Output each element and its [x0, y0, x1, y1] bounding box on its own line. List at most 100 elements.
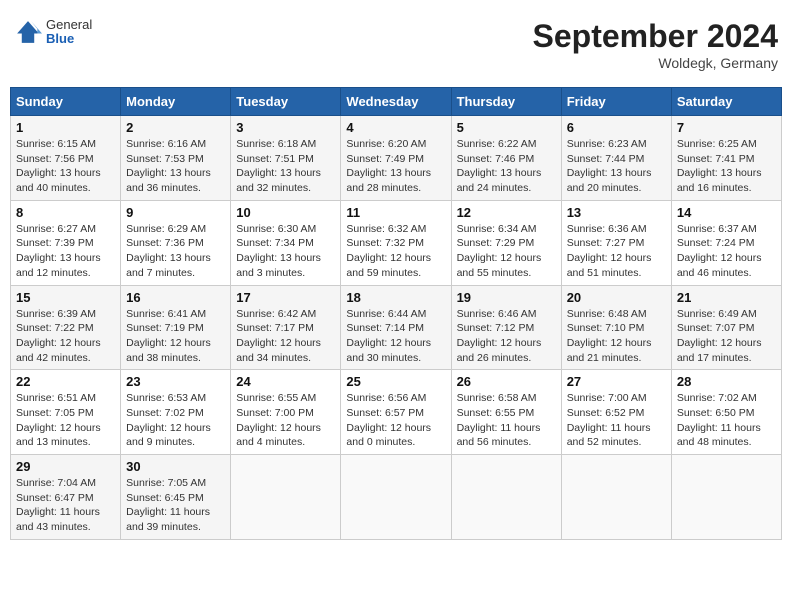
day-info: Sunrise: 6:39 AMSunset: 7:22 PMDaylight:… [16, 308, 101, 364]
calendar-cell: 17 Sunrise: 6:42 AMSunset: 7:17 PMDaylig… [231, 285, 341, 370]
calendar-cell: 13 Sunrise: 6:36 AMSunset: 7:27 PMDaylig… [561, 200, 671, 285]
day-number: 9 [126, 205, 225, 220]
calendar-cell [671, 455, 781, 540]
calendar-cell: 10 Sunrise: 6:30 AMSunset: 7:34 PMDaylig… [231, 200, 341, 285]
column-header-tuesday: Tuesday [231, 88, 341, 116]
day-info: Sunrise: 6:42 AMSunset: 7:17 PMDaylight:… [236, 308, 321, 364]
column-header-monday: Monday [121, 88, 231, 116]
day-info: Sunrise: 6:46 AMSunset: 7:12 PMDaylight:… [457, 308, 542, 364]
day-number: 4 [346, 120, 445, 135]
calendar-week-2: 8 Sunrise: 6:27 AMSunset: 7:39 PMDayligh… [11, 200, 782, 285]
day-number: 13 [567, 205, 666, 220]
day-info: Sunrise: 6:20 AMSunset: 7:49 PMDaylight:… [346, 138, 431, 194]
column-header-wednesday: Wednesday [341, 88, 451, 116]
calendar-cell: 24 Sunrise: 6:55 AMSunset: 7:00 PMDaylig… [231, 370, 341, 455]
day-info: Sunrise: 7:02 AMSunset: 6:50 PMDaylight:… [677, 392, 761, 448]
calendar-cell: 19 Sunrise: 6:46 AMSunset: 7:12 PMDaylig… [451, 285, 561, 370]
calendar-cell: 12 Sunrise: 6:34 AMSunset: 7:29 PMDaylig… [451, 200, 561, 285]
day-info: Sunrise: 6:48 AMSunset: 7:10 PMDaylight:… [567, 308, 652, 364]
calendar-cell: 20 Sunrise: 6:48 AMSunset: 7:10 PMDaylig… [561, 285, 671, 370]
calendar-cell: 14 Sunrise: 6:37 AMSunset: 7:24 PMDaylig… [671, 200, 781, 285]
day-number: 15 [16, 290, 115, 305]
day-info: Sunrise: 6:32 AMSunset: 7:32 PMDaylight:… [346, 223, 431, 279]
calendar-week-5: 29 Sunrise: 7:04 AMSunset: 6:47 PMDaylig… [11, 455, 782, 540]
day-info: Sunrise: 6:16 AMSunset: 7:53 PMDaylight:… [126, 138, 211, 194]
day-info: Sunrise: 6:36 AMSunset: 7:27 PMDaylight:… [567, 223, 652, 279]
day-info: Sunrise: 6:25 AMSunset: 7:41 PMDaylight:… [677, 138, 762, 194]
day-info: Sunrise: 7:05 AMSunset: 6:45 PMDaylight:… [126, 477, 210, 533]
calendar-cell: 25 Sunrise: 6:56 AMSunset: 6:57 PMDaylig… [341, 370, 451, 455]
calendar-cell: 23 Sunrise: 6:53 AMSunset: 7:02 PMDaylig… [121, 370, 231, 455]
day-number: 8 [16, 205, 115, 220]
calendar-cell: 1 Sunrise: 6:15 AMSunset: 7:56 PMDayligh… [11, 116, 121, 201]
day-number: 25 [346, 374, 445, 389]
day-number: 27 [567, 374, 666, 389]
day-number: 11 [346, 205, 445, 220]
calendar-cell: 21 Sunrise: 6:49 AMSunset: 7:07 PMDaylig… [671, 285, 781, 370]
calendar-cell: 27 Sunrise: 7:00 AMSunset: 6:52 PMDaylig… [561, 370, 671, 455]
day-info: Sunrise: 6:49 AMSunset: 7:07 PMDaylight:… [677, 308, 762, 364]
day-number: 24 [236, 374, 335, 389]
day-number: 10 [236, 205, 335, 220]
logo: General Blue [14, 18, 92, 47]
day-number: 21 [677, 290, 776, 305]
calendar-cell [231, 455, 341, 540]
column-header-friday: Friday [561, 88, 671, 116]
day-number: 3 [236, 120, 335, 135]
day-info: Sunrise: 6:15 AMSunset: 7:56 PMDaylight:… [16, 138, 101, 194]
calendar-cell: 3 Sunrise: 6:18 AMSunset: 7:51 PMDayligh… [231, 116, 341, 201]
day-number: 19 [457, 290, 556, 305]
day-info: Sunrise: 6:56 AMSunset: 6:57 PMDaylight:… [346, 392, 431, 448]
day-number: 23 [126, 374, 225, 389]
calendar-cell: 6 Sunrise: 6:23 AMSunset: 7:44 PMDayligh… [561, 116, 671, 201]
day-number: 5 [457, 120, 556, 135]
day-info: Sunrise: 6:27 AMSunset: 7:39 PMDaylight:… [16, 223, 101, 279]
day-info: Sunrise: 6:41 AMSunset: 7:19 PMDaylight:… [126, 308, 211, 364]
calendar-cell: 30 Sunrise: 7:05 AMSunset: 6:45 PMDaylig… [121, 455, 231, 540]
day-number: 29 [16, 459, 115, 474]
calendar-cell: 2 Sunrise: 6:16 AMSunset: 7:53 PMDayligh… [121, 116, 231, 201]
calendar-cell: 16 Sunrise: 6:41 AMSunset: 7:19 PMDaylig… [121, 285, 231, 370]
logo-blue: Blue [46, 32, 92, 46]
calendar-cell: 5 Sunrise: 6:22 AMSunset: 7:46 PMDayligh… [451, 116, 561, 201]
calendar-cell: 28 Sunrise: 7:02 AMSunset: 6:50 PMDaylig… [671, 370, 781, 455]
calendar-cell: 29 Sunrise: 7:04 AMSunset: 6:47 PMDaylig… [11, 455, 121, 540]
column-header-thursday: Thursday [451, 88, 561, 116]
day-number: 20 [567, 290, 666, 305]
title-block: September 2024 Woldegk, Germany [533, 18, 778, 71]
day-info: Sunrise: 6:51 AMSunset: 7:05 PMDaylight:… [16, 392, 101, 448]
calendar-cell: 7 Sunrise: 6:25 AMSunset: 7:41 PMDayligh… [671, 116, 781, 201]
day-info: Sunrise: 6:37 AMSunset: 7:24 PMDaylight:… [677, 223, 762, 279]
page-header: General Blue September 2024 Woldegk, Ger… [10, 10, 782, 79]
day-info: Sunrise: 6:23 AMSunset: 7:44 PMDaylight:… [567, 138, 652, 194]
calendar-cell: 26 Sunrise: 6:58 AMSunset: 6:55 PMDaylig… [451, 370, 561, 455]
calendar-cell: 22 Sunrise: 6:51 AMSunset: 7:05 PMDaylig… [11, 370, 121, 455]
column-header-sunday: Sunday [11, 88, 121, 116]
month-title: September 2024 [533, 18, 778, 55]
day-info: Sunrise: 6:58 AMSunset: 6:55 PMDaylight:… [457, 392, 541, 448]
day-info: Sunrise: 6:29 AMSunset: 7:36 PMDaylight:… [126, 223, 211, 279]
day-info: Sunrise: 6:30 AMSunset: 7:34 PMDaylight:… [236, 223, 321, 279]
calendar-table: SundayMondayTuesdayWednesdayThursdayFrid… [10, 87, 782, 540]
calendar-cell: 11 Sunrise: 6:32 AMSunset: 7:32 PMDaylig… [341, 200, 451, 285]
day-info: Sunrise: 7:00 AMSunset: 6:52 PMDaylight:… [567, 392, 651, 448]
day-number: 2 [126, 120, 225, 135]
calendar-cell: 18 Sunrise: 6:44 AMSunset: 7:14 PMDaylig… [341, 285, 451, 370]
column-headers: SundayMondayTuesdayWednesdayThursdayFrid… [11, 88, 782, 116]
calendar-cell [561, 455, 671, 540]
day-info: Sunrise: 6:18 AMSunset: 7:51 PMDaylight:… [236, 138, 321, 194]
logo-general: General [46, 18, 92, 32]
day-info: Sunrise: 6:55 AMSunset: 7:00 PMDaylight:… [236, 392, 321, 448]
calendar-cell: 15 Sunrise: 6:39 AMSunset: 7:22 PMDaylig… [11, 285, 121, 370]
day-info: Sunrise: 6:34 AMSunset: 7:29 PMDaylight:… [457, 223, 542, 279]
day-number: 28 [677, 374, 776, 389]
calendar-cell: 4 Sunrise: 6:20 AMSunset: 7:49 PMDayligh… [341, 116, 451, 201]
calendar-cell: 8 Sunrise: 6:27 AMSunset: 7:39 PMDayligh… [11, 200, 121, 285]
day-number: 1 [16, 120, 115, 135]
day-number: 14 [677, 205, 776, 220]
day-info: Sunrise: 7:04 AMSunset: 6:47 PMDaylight:… [16, 477, 100, 533]
day-number: 7 [677, 120, 776, 135]
calendar-week-1: 1 Sunrise: 6:15 AMSunset: 7:56 PMDayligh… [11, 116, 782, 201]
column-header-saturday: Saturday [671, 88, 781, 116]
day-number: 30 [126, 459, 225, 474]
